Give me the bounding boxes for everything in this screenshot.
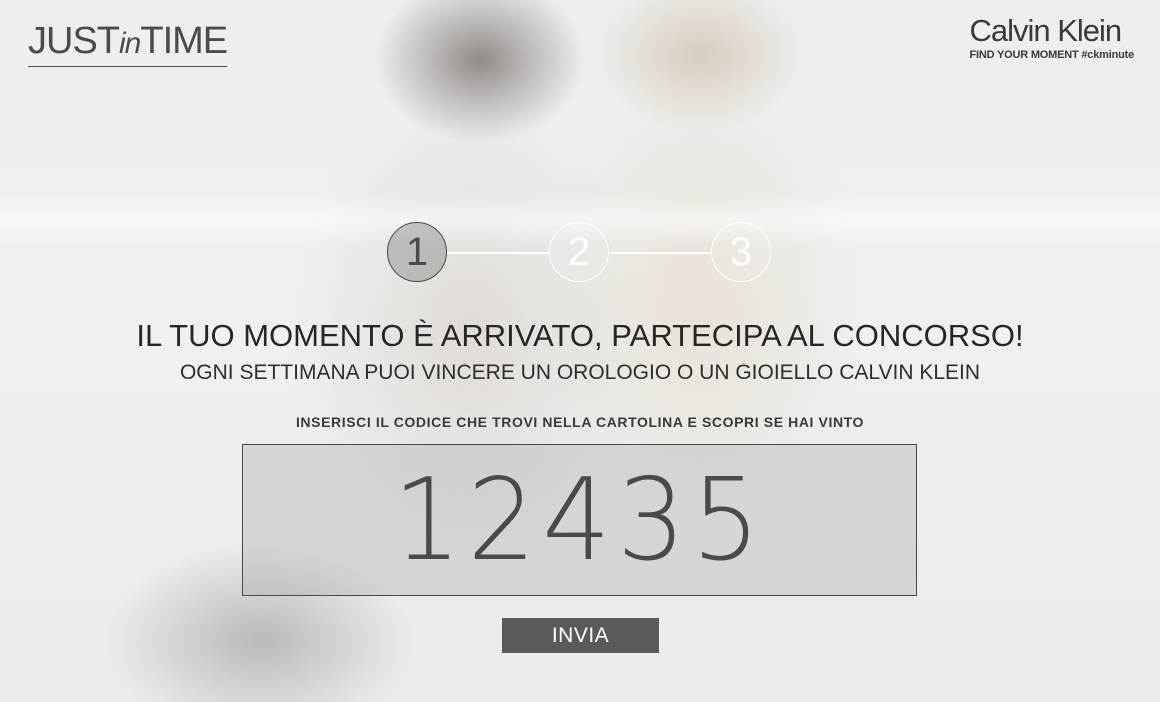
instruction-text: INSERISCI IL CODICE CHE TROVI NELLA CART… xyxy=(295,414,865,430)
step-connector xyxy=(447,252,549,254)
step-1: 1 xyxy=(387,222,447,282)
logo-text-time: TIME xyxy=(140,20,228,62)
step-3: 3 xyxy=(711,222,771,282)
step-2: 2 xyxy=(549,222,609,282)
submit-button[interactable]: INVIA xyxy=(502,618,659,653)
page-title: IL TUO MOMENTO È ARRIVATO, PARTECIPA AL … xyxy=(136,318,1024,353)
brand-tagline: FIND YOUR MOMENT #ckminute xyxy=(969,49,1134,61)
brand-logo: Calvin Klein FIND YOUR MOMENT #ckminute xyxy=(969,13,1134,62)
code-input[interactable]: 12435 xyxy=(242,444,917,596)
logo-text-just: JUST xyxy=(28,20,120,62)
step-indicator: 1 2 3 xyxy=(387,222,773,284)
page-subtitle: OGNI SETTIMANA PUOI VINCERE UN OROLOGIO … xyxy=(179,361,981,384)
code-input-value: 12435 xyxy=(392,454,767,586)
step-connector xyxy=(610,252,712,254)
logo-text-in: in xyxy=(119,27,141,60)
brand-name: Calvin Klein xyxy=(969,13,1122,48)
just-in-time-logo: JUSTinTIME xyxy=(28,20,228,67)
